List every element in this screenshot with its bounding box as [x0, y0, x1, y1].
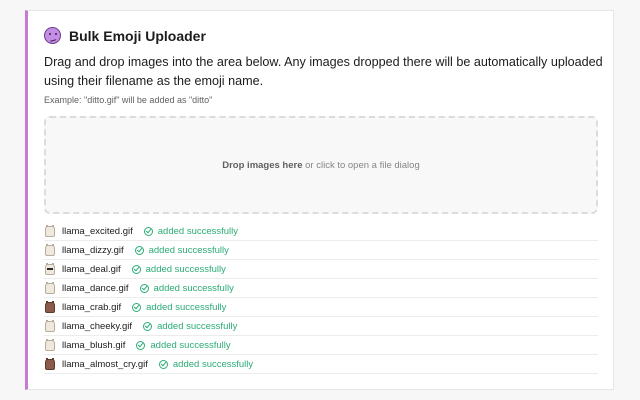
check-circle-icon: [136, 340, 146, 350]
upload-status: added successfully: [150, 339, 231, 351]
llama-thumbnail-icon: [44, 357, 56, 371]
upload-status: added successfully: [157, 225, 239, 237]
check-circle-icon: [132, 302, 142, 312]
dropzone-rest-text: or click to open a file dialog: [302, 159, 420, 171]
upload-row: llama_deal.gif added successfully: [44, 260, 598, 279]
upload-status: added successfully: [172, 358, 254, 370]
upload-row: llama_crab.gif added successfully: [44, 298, 598, 317]
dropzone-bold-text: Drop images here: [222, 159, 303, 171]
upload-row: llama_almost_cry.gif added successfully: [44, 355, 598, 374]
check-circle-icon: [139, 283, 149, 293]
upload-status: added successfully: [145, 263, 226, 275]
description-text: Drag and drop images into the area below…: [44, 55, 603, 88]
llama-thumbnail-icon: [44, 262, 56, 276]
upload-row: llama_dizzy.gif added successfully: [44, 241, 598, 260]
upload-row: llama_excited.gif added successfully: [44, 222, 598, 241]
file-dropzone[interactable]: Drop images here or click to open a file…: [44, 116, 598, 214]
upload-filename: llama_dance.gif: [62, 282, 129, 294]
upload-row: llama_cheeky.gif added successfully: [44, 317, 598, 336]
upload-status: added successfully: [157, 320, 238, 332]
upload-filename: llama_deal.gif: [62, 263, 121, 275]
llama-thumbnail-icon: [44, 224, 56, 238]
header: Bulk Emoji Uploader: [44, 27, 206, 44]
upload-filename: llama_blush.gif: [62, 339, 126, 351]
upload-filename: llama_crab.gif: [62, 301, 122, 313]
check-circle-icon: [158, 359, 168, 369]
llama-thumbnail-icon: [44, 319, 56, 333]
check-circle-icon: [131, 264, 141, 274]
upload-filename: llama_almost_cry.gif: [62, 358, 148, 370]
upload-filename: llama_dizzy.gif: [62, 244, 124, 256]
upload-row: llama_dance.gif added successfully: [44, 279, 598, 298]
check-circle-icon: [143, 321, 153, 331]
check-circle-icon: [143, 226, 153, 236]
upload-filename: llama_cheeky.gif: [62, 320, 133, 332]
dropzone-label: Drop images here or click to open a file…: [222, 160, 419, 171]
upload-list: llama_excited.gif added successfully lla…: [44, 222, 598, 374]
purple-emoji-face-icon: [44, 27, 61, 44]
llama-thumbnail-icon: [44, 338, 56, 352]
llama-thumbnail-icon: [44, 300, 56, 314]
upload-filename: llama_excited.gif: [62, 225, 133, 237]
bulk-emoji-uploader-panel: Bulk Emoji Uploader Drag and drop images…: [25, 10, 614, 390]
upload-status: added successfully: [153, 282, 234, 294]
llama-thumbnail-icon: [44, 281, 56, 295]
page-title: Bulk Emoji Uploader: [69, 27, 206, 44]
upload-row: llama_blush.gif added successfully: [44, 336, 598, 355]
example-text: Example: "ditto.gif" will be added as "d…: [44, 95, 213, 105]
llama-thumbnail-icon: [44, 243, 56, 257]
upload-status: added successfully: [148, 244, 229, 256]
check-circle-icon: [134, 245, 144, 255]
upload-status: added successfully: [146, 301, 227, 313]
